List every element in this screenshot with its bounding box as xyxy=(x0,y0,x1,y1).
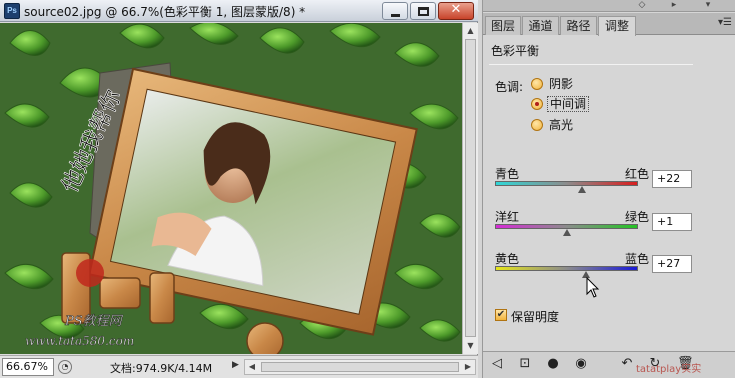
slider-magenta-label: 洋红 xyxy=(495,210,520,224)
document-titlebar[interactable]: Ps source02.jpg @ 66.7%(色彩平衡 1, 图层蒙版/8) … xyxy=(0,0,478,22)
slider-cyan-red: 青色 红色 +22 xyxy=(495,165,725,205)
scroll-up-icon[interactable]: ▲ xyxy=(463,23,478,38)
document-window: Ps source02.jpg @ 66.7%(色彩平衡 1, 图层蒙版/8) … xyxy=(0,0,478,378)
horizontal-scrollbar[interactable]: ◀ ▶ xyxy=(244,359,476,375)
vertical-scroll-thumb[interactable] xyxy=(465,39,476,337)
radio-midtones-button[interactable] xyxy=(531,98,543,110)
radio-shadows-button[interactable] xyxy=(531,78,543,90)
horizontal-scroll-thumb[interactable] xyxy=(261,362,459,372)
mouse-cursor-icon xyxy=(586,277,600,298)
slider-yellow-blue-value[interactable]: +27 xyxy=(652,255,692,273)
site-url-text: www.tata580.com xyxy=(25,334,134,348)
preserve-luminosity-label: 保留明度 xyxy=(511,310,560,324)
status-bar: 66.67% ◔ 文档:974.9K/4.14M ▶ ◀ ▶ xyxy=(0,355,478,378)
divider xyxy=(489,64,693,65)
image-canvas[interactable]: 他她我帮你 PS教程网 www.tata580.com xyxy=(0,23,462,354)
adjustments-panel: ◇ ▸ ▾ 图层 通道 路径 调整 ▾☰ 色彩平衡 色调: 阴影 中间调 高光 … xyxy=(482,0,735,378)
slider-cyan-label: 青色 xyxy=(495,167,520,181)
maximize-icon xyxy=(418,7,429,16)
panel-dock-bar: ◇ ▸ ▾ xyxy=(483,0,735,12)
panel-menu-icon[interactable]: ▾☰ xyxy=(718,17,732,28)
visibility-eye-icon[interactable]: ◉ xyxy=(573,356,589,372)
radio-midtones-label: 中间调 xyxy=(547,96,590,112)
back-arrow-icon[interactable]: ◁ xyxy=(489,356,505,372)
panel-tabs: 图层 通道 路径 调整 ▾☰ xyxy=(483,13,735,36)
slider-magenta-green-thumb[interactable] xyxy=(563,229,572,236)
expand-view-icon[interactable]: ⊡ xyxy=(517,356,533,372)
site-name-text: PS教程网 xyxy=(64,314,124,329)
tone-label: 色调: xyxy=(495,80,524,94)
slider-cyan-red-value[interactable]: +22 xyxy=(652,170,692,188)
radio-highlights-label: 高光 xyxy=(549,118,574,132)
scroll-down-icon[interactable]: ▼ xyxy=(463,338,478,353)
zoom-field[interactable]: 66.67% xyxy=(2,358,54,376)
vertical-scrollbar[interactable]: ▲ ▼ xyxy=(462,23,478,354)
scroll-left-icon[interactable]: ◀ xyxy=(245,360,259,374)
slider-cyan-red-track[interactable] xyxy=(495,181,638,186)
slider-yellow-blue-track[interactable] xyxy=(495,266,638,271)
pin-icon[interactable]: ◇ xyxy=(637,0,647,10)
preserve-luminosity-checkbox[interactable]: ✔ xyxy=(495,309,507,321)
maximize-button[interactable] xyxy=(410,2,436,20)
canvas-image: 他她我帮你 PS教程网 www.tata580.com xyxy=(0,23,462,354)
tab-paths[interactable]: 路径 xyxy=(560,16,597,35)
slider-green-label: 绿色 xyxy=(624,210,649,224)
tab-channels[interactable]: 通道 xyxy=(522,16,559,35)
tab-adjustments[interactable]: 调整 xyxy=(598,16,636,36)
close-icon: ✕ xyxy=(450,2,462,17)
close-button[interactable]: ✕ xyxy=(438,2,474,20)
slider-yellow-label: 黄色 xyxy=(495,252,520,266)
radio-highlights-button[interactable] xyxy=(531,119,543,131)
scroll-right-icon[interactable]: ▶ xyxy=(461,360,475,374)
slider-magenta-green: 洋红 绿色 +1 xyxy=(495,208,725,248)
view-previous-icon[interactable]: ↶ xyxy=(619,356,635,372)
slider-blue-label: 蓝色 xyxy=(624,252,649,266)
slider-red-label: 红色 xyxy=(624,167,649,181)
watermark-text: tatatplay实实 xyxy=(636,364,702,375)
slider-magenta-green-value[interactable]: +1 xyxy=(652,213,692,231)
photoshop-icon: Ps xyxy=(4,3,20,19)
clip-to-layer-icon[interactable]: ● xyxy=(545,356,561,372)
minimize-icon xyxy=(391,14,400,17)
slider-yellow-blue: 黄色 蓝色 +27 xyxy=(495,250,725,290)
navigator-icon[interactable]: ◔ xyxy=(58,360,72,374)
document-title: source02.jpg @ 66.7%(色彩平衡 1, 图层蒙版/8) * xyxy=(24,5,306,19)
slider-cyan-red-thumb[interactable] xyxy=(578,186,587,193)
expand-icon[interactable]: ▾ xyxy=(703,0,713,10)
status-menu-arrow-icon[interactable]: ▶ xyxy=(232,360,239,370)
document-info: 文档:974.9K/4.14M xyxy=(110,362,213,375)
collapse-icon[interactable]: ▸ xyxy=(669,0,679,10)
radio-shadows-label: 阴影 xyxy=(549,77,574,91)
adjustment-title: 色彩平衡 xyxy=(491,44,540,58)
tab-layers[interactable]: 图层 xyxy=(485,16,521,35)
minimize-button[interactable] xyxy=(382,2,408,20)
